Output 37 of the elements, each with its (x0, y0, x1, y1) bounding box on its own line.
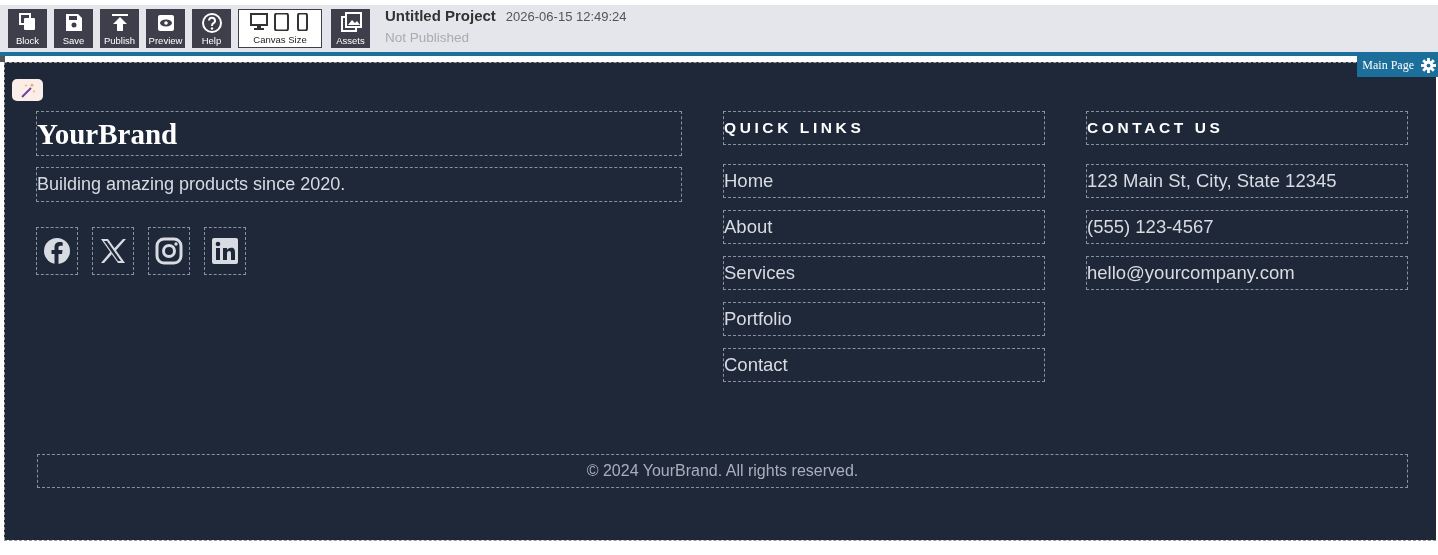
social-link[interactable] (204, 227, 246, 275)
settings-icon[interactable] (1421, 58, 1436, 73)
publish-button[interactable]: Publish (100, 9, 139, 48)
section-heading: QUICK LINKS (723, 111, 1045, 145)
timestamp: 2026-06-15 12:49:24 (505, 8, 627, 24)
social-link[interactable] (36, 227, 78, 275)
facebook-icon (43, 237, 71, 265)
contact-info: hello@yourcompany.com (1086, 256, 1408, 290)
canvas-size-button[interactable]: Canvas Size (238, 9, 322, 48)
contact-info: 123 Main St, City, State 12345 (1086, 164, 1408, 198)
page-tab[interactable]: Main Page (1357, 55, 1438, 77)
copyright-text: © 2024 YourBrand. All rights reserved. (37, 454, 1408, 488)
x-icon (99, 237, 127, 265)
footer-link[interactable]: About (723, 210, 1045, 244)
help-button[interactable]: Help (192, 9, 231, 48)
save-button[interactable]: Save (54, 9, 93, 48)
project-title: Untitled Project (385, 6, 496, 24)
magic-wand-button[interactable] (12, 79, 43, 101)
linkedin-icon (211, 237, 239, 265)
block-button[interactable]: Block (8, 9, 47, 48)
social-link[interactable] (92, 227, 134, 275)
footer-link[interactable]: Contact (723, 348, 1045, 382)
help-icon (200, 12, 223, 33)
contact-info: (555) 123-4567 (1086, 210, 1408, 244)
images-icon (339, 12, 362, 33)
publish-status: Not Published (385, 29, 471, 45)
instagram-icon (155, 237, 183, 265)
tagline: Building amazing products since 2020. (36, 167, 682, 202)
preview-button[interactable]: Preview (146, 9, 185, 48)
footer-link[interactable]: Services (723, 256, 1045, 290)
footer-link[interactable]: Portfolio (723, 302, 1045, 336)
assets-button[interactable]: Assets (331, 9, 370, 48)
section-heading: CONTACT US (1086, 111, 1408, 145)
magic-wand-icon (19, 82, 36, 98)
footer-link[interactable]: Home (723, 164, 1045, 198)
brand-name: YourBrand (36, 111, 682, 156)
social-link[interactable] (148, 227, 190, 275)
